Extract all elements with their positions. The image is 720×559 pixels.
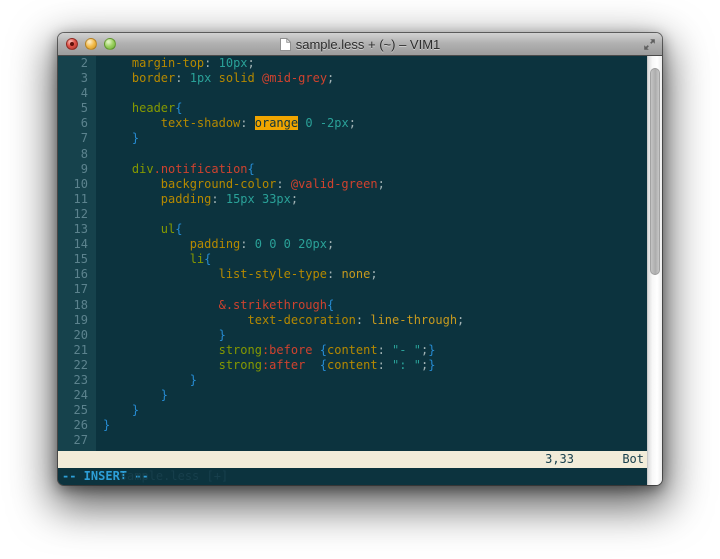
window-body: 2 margin-top: 10px;3 border: 1px solid @… [58,56,662,485]
line-number: 15 [58,252,96,267]
line-text: padding: 15px 33px; [96,192,298,207]
line-text [96,86,103,101]
vim-window: sample.less + (~) – VIM1 2 margin-top: 1… [58,33,662,485]
statusline-filename: sample.less [+] [120,469,228,483]
line-text: &.strikethrough{ [96,298,334,313]
code-line[interactable]: 23 } [58,373,647,388]
code-line[interactable]: 20 } [58,328,647,343]
code-line[interactable]: 18 &.strikethrough{ [58,298,647,313]
scrollbar-track[interactable] [647,56,662,485]
line-number: 4 [58,86,96,101]
line-text: strong:after {content: ": ";} [96,358,435,373]
code-line[interactable]: 2 margin-top: 10px; [58,56,647,71]
line-number: 14 [58,237,96,252]
line-text: ul{ [96,222,182,237]
line-number: 10 [58,177,96,192]
line-number: 23 [58,373,96,388]
code-line[interactable]: 12 [58,207,647,222]
line-number: 11 [58,192,96,207]
code-line[interactable]: 14 padding: 0 0 0 20px; [58,237,647,252]
line-number: 16 [58,267,96,282]
line-text: text-shadow: orange 0 -2px; [96,116,356,131]
title-bar[interactable]: sample.less + (~) – VIM1 [58,33,662,56]
line-number: 25 [58,403,96,418]
line-text: margin-top: 10px; [96,56,255,71]
line-number: 6 [58,116,96,131]
line-text: strong:before {content: "- ";} [96,343,435,358]
line-text: background-color: @valid-green; [96,177,385,192]
line-number: 20 [58,328,96,343]
line-number: 18 [58,298,96,313]
close-button[interactable] [66,38,78,50]
line-text [96,282,103,297]
line-text: } [96,388,168,403]
zoom-button[interactable] [104,38,116,50]
code-line[interactable]: 21 strong:before {content: "- ";} [58,343,647,358]
code-line[interactable]: 7 } [58,131,647,146]
line-number: 2 [58,56,96,71]
line-text [96,207,103,222]
code-line[interactable]: 26} [58,418,647,433]
code-line[interactable]: 13 ul{ [58,222,647,237]
line-text [96,433,103,448]
line-number: 8 [58,147,96,162]
line-text [96,147,103,162]
code-editor[interactable]: 2 margin-top: 10px;3 border: 1px solid @… [58,56,647,451]
line-number: 3 [58,71,96,86]
line-number: 7 [58,131,96,146]
code-line[interactable]: 22 strong:after {content: ": ";} [58,358,647,373]
statusline-ruler: 3,33 [545,451,574,468]
code-line[interactable]: 15 li{ [58,252,647,267]
line-number: 19 [58,313,96,328]
line-text: list-style-type: none; [96,267,378,282]
line-text: } [96,418,110,433]
code-line[interactable]: 8 [58,147,647,162]
line-number: 27 [58,433,96,448]
line-text: li{ [96,252,211,267]
scrollbar-thumb[interactable] [650,68,660,275]
vim-statusline: sample.less [+] 3,33 Bot [58,451,647,468]
document-icon [280,38,291,51]
code-line[interactable]: 10 background-color: @valid-green; [58,177,647,192]
line-text: } [96,328,226,343]
line-number: 21 [58,343,96,358]
editor-pane: 2 margin-top: 10px;3 border: 1px solid @… [58,56,647,485]
window-controls [66,33,116,55]
line-text: } [96,131,139,146]
line-number: 24 [58,388,96,403]
code-line[interactable]: 24 } [58,388,647,403]
fullscreen-arrows-icon[interactable] [643,38,656,51]
line-number: 22 [58,358,96,373]
line-number: 5 [58,101,96,116]
code-line[interactable]: 25 } [58,403,647,418]
code-line[interactable]: 3 border: 1px solid @mid-grey; [58,71,647,86]
line-number: 9 [58,162,96,177]
statusline-position: Bot [622,451,644,468]
code-line[interactable]: 4 [58,86,647,101]
line-text: } [96,373,197,388]
code-line[interactable]: 27 [58,433,647,448]
code-line[interactable]: 6 text-shadow: orange 0 -2px; [58,116,647,131]
code-line[interactable]: 5 header{ [58,101,647,116]
window-title-text: sample.less + (~) – VIM1 [296,37,441,52]
code-lines: 2 margin-top: 10px;3 border: 1px solid @… [58,56,647,448]
minimize-button[interactable] [85,38,97,50]
line-number: 17 [58,282,96,297]
line-text: text-decoration: line-through; [96,313,464,328]
code-line[interactable]: 19 text-decoration: line-through; [58,313,647,328]
code-line[interactable]: 11 padding: 15px 33px; [58,192,647,207]
line-text: header{ [96,101,183,116]
line-text: } [96,403,139,418]
window-title: sample.less + (~) – VIM1 [280,37,441,52]
line-number: 13 [58,222,96,237]
line-number: 26 [58,418,96,433]
code-line[interactable]: 9 div.notification{ [58,162,647,177]
search-highlight: orange [255,116,298,130]
line-number: 12 [58,207,96,222]
line-text: padding: 0 0 0 20px; [96,237,334,252]
line-text: border: 1px solid @mid-grey; [96,71,334,86]
line-text: div.notification{ [96,162,255,177]
code-line[interactable]: 17 [58,282,647,297]
code-line[interactable]: 16 list-style-type: none; [58,267,647,282]
